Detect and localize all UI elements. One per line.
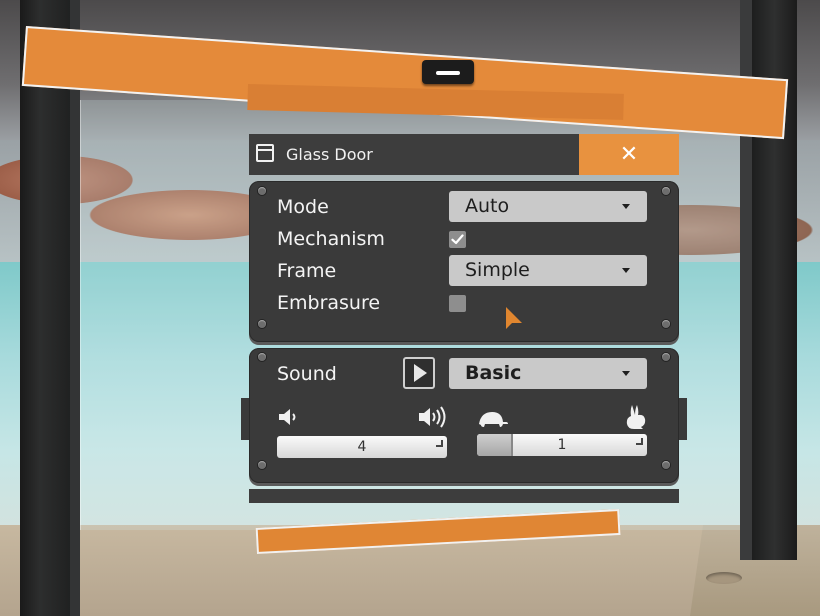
screw [662, 320, 670, 328]
floor-disk [706, 572, 742, 584]
door-sensor [422, 60, 474, 84]
sound-preset-dropdown[interactable]: Basic [449, 358, 647, 389]
screw [662, 461, 670, 469]
mechanism-checkbox[interactable] [449, 231, 466, 248]
screw [662, 353, 670, 361]
speed-value: 1 [557, 437, 567, 453]
speaker-low-icon [279, 409, 296, 425]
embrasure-label: Embrasure [277, 292, 381, 314]
window-title: Glass Door [286, 145, 373, 164]
mechanism-label: Mechanism [277, 228, 385, 250]
play-sound-button[interactable] [403, 357, 435, 389]
window-titlebar: Glass Door ✕ [249, 134, 679, 175]
screw [258, 320, 266, 328]
mode-value: Auto [465, 195, 510, 217]
chevron-down-icon [622, 204, 630, 209]
pointer-cursor-icon [506, 307, 522, 329]
screw [662, 187, 670, 195]
mode-label: Mode [277, 196, 329, 218]
checkmark-icon [451, 234, 464, 245]
resize-corner-icon [636, 438, 643, 445]
volume-value: 4 [357, 439, 367, 455]
sound-preset-value: Basic [465, 362, 522, 384]
frame-label: Frame [277, 260, 337, 282]
settings-card: Mode Auto Mechanism Frame Simple Embrasu… [249, 181, 679, 342]
chevron-down-icon [622, 268, 630, 273]
door-pillar-left [20, 0, 70, 616]
sound-card: Sound Basic 4 1 [249, 348, 679, 483]
resize-corner-icon [436, 440, 443, 447]
close-button[interactable]: ✕ [579, 134, 679, 175]
embrasure-checkbox[interactable] [449, 295, 466, 312]
chevron-down-icon [622, 371, 630, 376]
speaker-high-icon [419, 406, 446, 428]
screw [258, 461, 266, 469]
speed-slider[interactable]: 1 [477, 434, 647, 456]
screw [258, 187, 266, 195]
panel-footer [249, 489, 679, 503]
screw [258, 353, 266, 361]
panel-side-nub-left [241, 398, 249, 440]
window-icon [256, 144, 274, 162]
panel-side-nub-right [679, 398, 687, 440]
frame-dropdown[interactable]: Simple [449, 255, 647, 286]
volume-slider[interactable]: 4 [277, 436, 447, 458]
sound-label: Sound [277, 363, 337, 385]
door-pillar-left-inner [70, 0, 80, 616]
rabbit-icon [626, 405, 646, 429]
mode-dropdown[interactable]: Auto [449, 191, 647, 222]
turtle-icon [479, 412, 508, 427]
frame-value: Simple [465, 259, 530, 281]
